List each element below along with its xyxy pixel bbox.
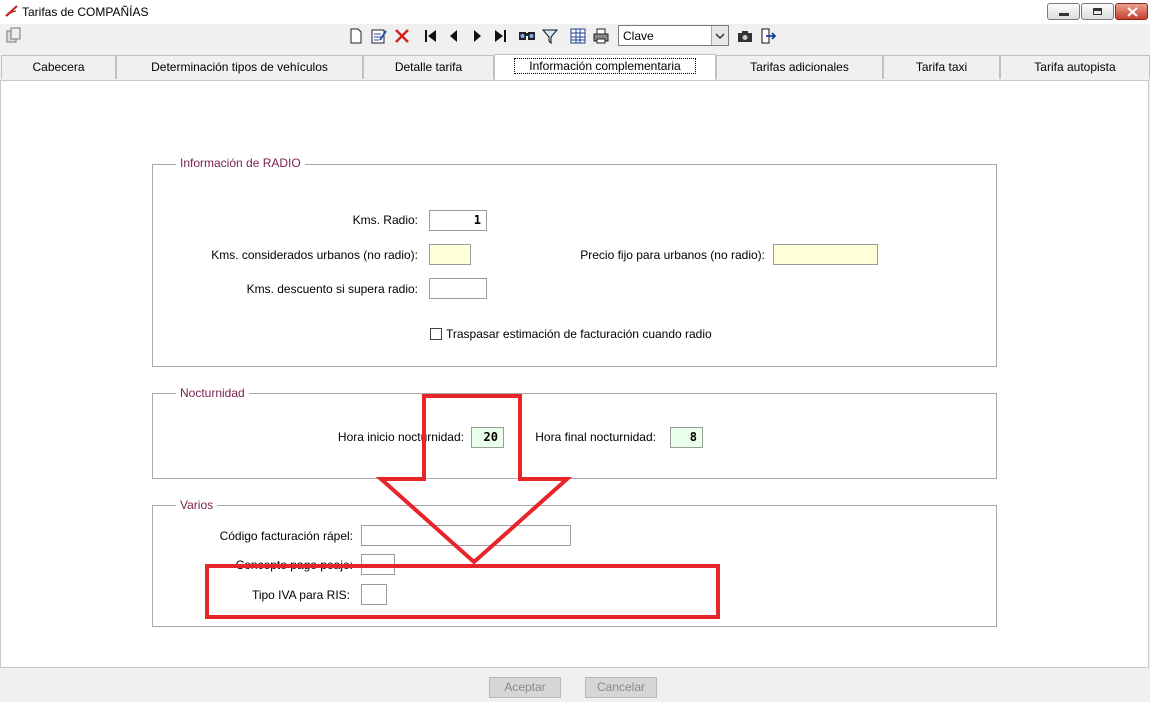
kms-urbanos-input[interactable] [429, 244, 471, 265]
search-button[interactable] [517, 26, 537, 46]
filter-icon [541, 29, 559, 45]
sort-key-select[interactable]: Clave [618, 25, 729, 46]
print-icon [593, 28, 609, 44]
traspasar-checkbox[interactable] [430, 328, 442, 340]
edit-button[interactable] [369, 26, 389, 46]
app-logo-icon [5, 5, 18, 17]
delete-icon [395, 29, 409, 43]
hora-inicio-label: Hora inicio nocturnidad: [337, 430, 464, 444]
varios-group-legend: Varios [176, 498, 218, 512]
title-bar: Tarifas de COMPAÑÍAS [0, 0, 1150, 24]
first-record-button[interactable] [421, 26, 441, 46]
accept-button[interactable]: Aceptar [489, 677, 561, 698]
grid-icon [570, 28, 586, 44]
next-icon [474, 30, 481, 42]
minimize-button[interactable] [1047, 3, 1080, 20]
close-button[interactable] [1115, 3, 1148, 20]
kms-radio-input[interactable]: 1 [429, 210, 487, 231]
new-button[interactable] [346, 26, 366, 46]
traspasar-label: Traspasar estimación de facturación cuan… [446, 327, 712, 341]
tab-label: Determinación tipos de vehículos [151, 60, 328, 74]
grid-view-button[interactable] [568, 26, 588, 46]
filter-button[interactable] [540, 26, 560, 46]
tab-label: Información complementaria [514, 58, 696, 74]
precio-fijo-label: Precio fijo para urbanos (no radio): [580, 248, 765, 262]
concepto-peaje-input[interactable] [361, 554, 395, 575]
tab-determinacion[interactable]: Determinación tipos de vehículos [116, 55, 363, 79]
minimize-icon [1059, 13, 1069, 16]
camera-button[interactable] [735, 26, 755, 46]
concepto-peaje-label: Concepto pago peaje: [235, 558, 353, 572]
precio-fijo-input[interactable] [773, 244, 878, 265]
hora-inicio-input[interactable]: 20 [471, 427, 504, 448]
first-icon [425, 30, 436, 42]
tipo-iva-label: Tipo IVA para RIS: [251, 588, 350, 602]
search-icon [519, 32, 535, 40]
prev-icon [450, 30, 457, 42]
tab-informacion-complementaria[interactable]: Información complementaria [494, 54, 716, 80]
tab-label: Tarifa autopista [1034, 60, 1116, 74]
kms-descuento-input[interactable] [429, 278, 487, 299]
cancel-button[interactable]: Cancelar [585, 677, 657, 698]
edit-icon [371, 29, 387, 44]
tab-label: Detalle tarifa [394, 60, 463, 74]
codigo-facturacion-input[interactable] [361, 525, 571, 546]
print-button[interactable] [591, 26, 611, 46]
kms-descuento-label: Kms. descuento si supera radio: [246, 282, 418, 296]
copy-icon [6, 27, 21, 43]
hora-final-input[interactable]: 8 [670, 427, 703, 448]
next-record-button[interactable] [467, 26, 487, 46]
tab-label: Tarifas adicionales [750, 60, 849, 74]
tab-tarifas-adicionales[interactable]: Tarifas adicionales [716, 55, 883, 79]
chevron-down-icon[interactable] [711, 26, 728, 45]
exit-icon [761, 28, 777, 44]
tab-tarifa-taxi[interactable]: Tarifa taxi [883, 55, 1000, 79]
last-record-button[interactable] [490, 26, 510, 46]
previous-record-button[interactable] [444, 26, 464, 46]
camera-icon [738, 31, 752, 42]
tab-cabecera[interactable]: Cabecera [1, 55, 116, 79]
kms-radio-label: Kms. Radio: [352, 213, 418, 227]
tab-detalle-tarifa[interactable]: Detalle tarifa [363, 55, 494, 79]
sort-key-value: Clave [623, 29, 654, 43]
tab-tarifa-autopista[interactable]: Tarifa autopista [1000, 55, 1150, 79]
exit-button[interactable] [758, 26, 778, 46]
tab-label: Cabecera [32, 60, 85, 74]
window-title: Tarifas de COMPAÑÍAS [22, 5, 149, 19]
tab-label: Tarifa taxi [915, 60, 968, 74]
nocturnidad-group-legend: Nocturnidad [176, 386, 249, 400]
radio-group-legend: Información de RADIO [176, 156, 305, 170]
restore-button[interactable] [1081, 3, 1114, 20]
new-icon [350, 28, 362, 44]
hora-final-label: Hora final nocturnidad: [535, 430, 656, 444]
last-icon [495, 30, 506, 42]
copy-button[interactable] [4, 26, 24, 46]
restore-icon [1093, 8, 1102, 15]
tipo-iva-input[interactable] [361, 584, 387, 605]
delete-button[interactable] [392, 26, 412, 46]
close-icon [1127, 7, 1138, 17]
codigo-facturacion-label: Código facturación rápel: [219, 529, 353, 543]
kms-urbanos-label: Kms. considerados urbanos (no radio): [211, 248, 418, 262]
